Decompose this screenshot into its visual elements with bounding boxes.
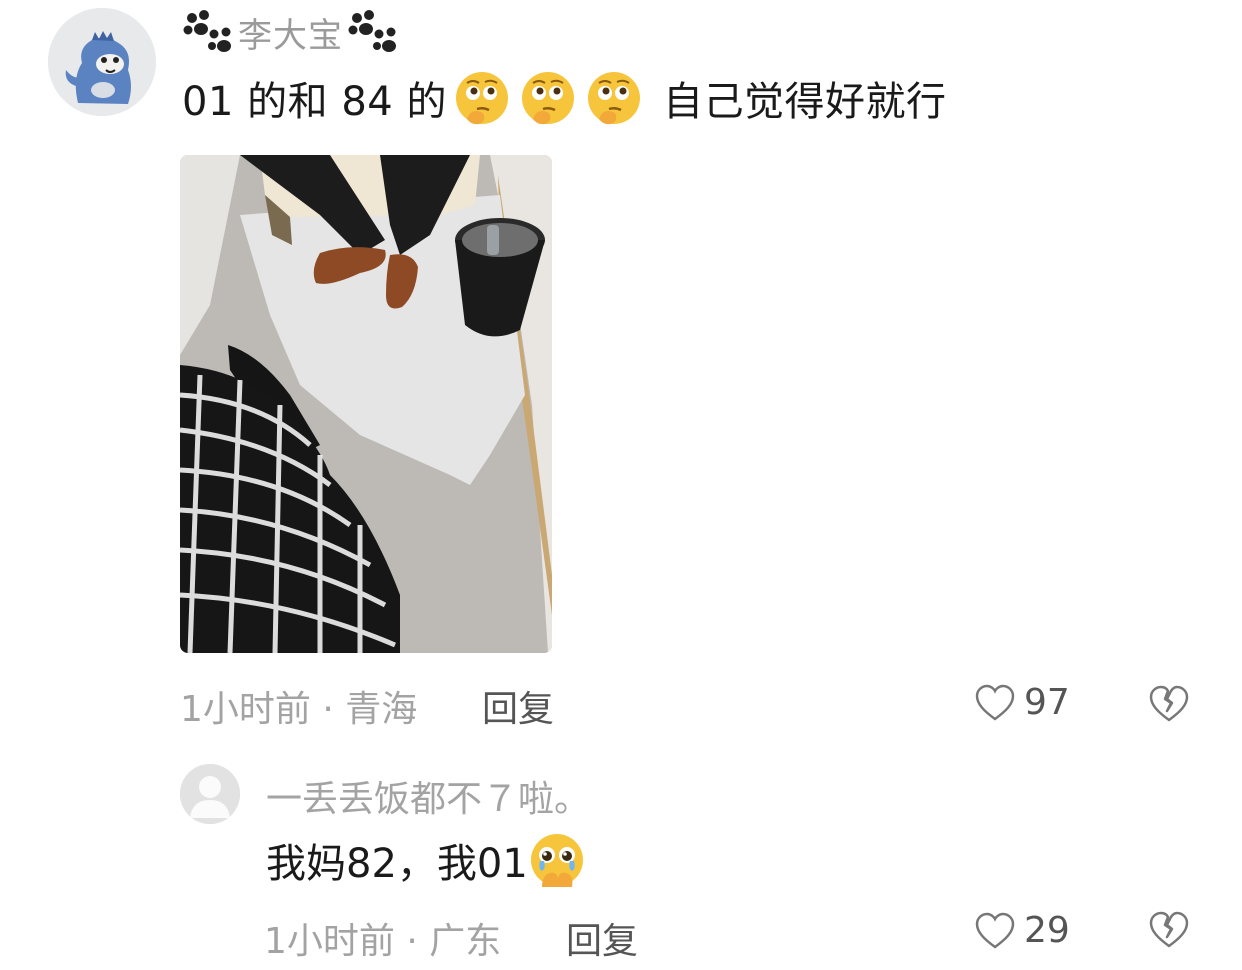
reply-like-button[interactable]: 29 [974,910,1070,951]
like-button[interactable]: 97 [974,682,1070,723]
dislike-button[interactable] [1148,684,1190,728]
author-row: 李大宝 [182,8,399,56]
reply-button[interactable]: 回复 [482,680,554,732]
reply-like-count: 29 [1024,910,1070,951]
avatar[interactable] [48,8,156,116]
reply-author-name[interactable]: 一丢丢饭都不７啦。 [266,770,590,822]
crying-pleading-emoji-icon [530,834,583,887]
reply-avatar[interactable] [180,764,240,824]
thinking-emoji-icon [455,72,508,125]
comment-photo[interactable] [180,155,552,653]
reply-dislike-button[interactable] [1148,910,1190,954]
broken-heart-icon [1149,911,1189,948]
like-count: 97 [1024,682,1070,723]
heart-icon [975,684,1015,721]
comment-text-start: 01 的和 84 的 [182,79,447,125]
broken-heart-icon [1149,685,1189,722]
thinking-emoji-icon [587,72,640,125]
avatar-image [48,8,156,116]
reply-text: 我妈82，我01 [266,830,590,890]
reply-text-content: 我妈82，我01 [266,841,528,887]
paw-icon [183,10,231,52]
default-avatar-icon [180,764,240,824]
paw-icon [348,10,396,52]
author-name[interactable]: 李大宝 [238,8,343,57]
comment-text: 01 的和 84 的 自己觉得好就行 [182,70,946,126]
thinking-emoji-icon [521,72,574,125]
comment-time-location: 1小时前 · 青海 [180,689,418,730]
reply-time-location: 1小时前 · 广东 [264,921,502,962]
reply-reply-button[interactable]: 回复 [566,912,638,964]
photo-image [180,155,552,653]
comment-text-end: 自己觉得好就行 [662,79,947,125]
heart-icon [975,912,1015,949]
